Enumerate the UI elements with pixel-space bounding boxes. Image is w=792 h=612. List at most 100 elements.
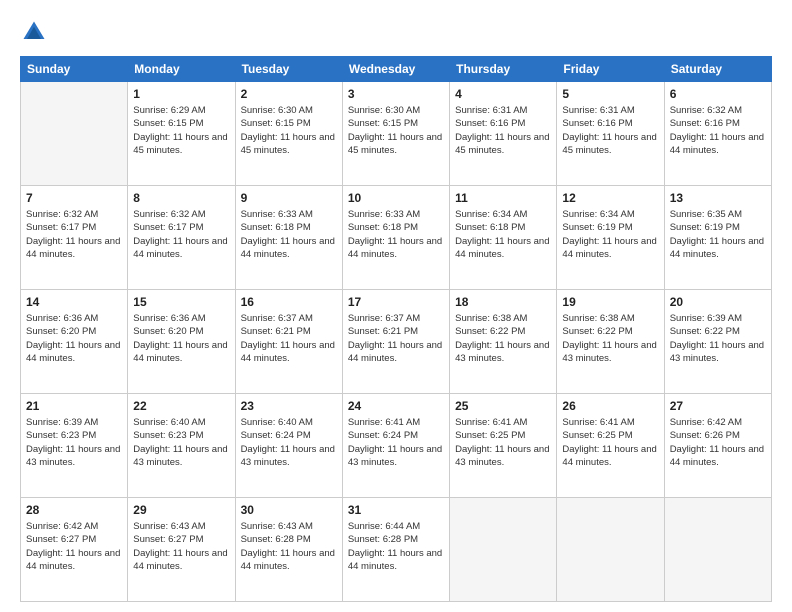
day-number: 6 bbox=[670, 86, 766, 102]
calendar-cell: 13Sunrise: 6:35 AMSunset: 6:19 PMDayligh… bbox=[664, 186, 771, 290]
calendar-cell: 7 Sunrise: 6:32 AMSunset: 6:17 PMDaylight… bbox=[21, 186, 128, 290]
day-info: Sunrise: 6:40 AMSunset: 6:24 PMDaylight:… bbox=[241, 416, 337, 469]
weekday-header: Monday bbox=[128, 57, 235, 82]
day-number: 26 bbox=[562, 398, 658, 414]
day-number: 29 bbox=[133, 502, 229, 518]
page: SundayMondayTuesdayWednesdayThursdayFrid… bbox=[0, 0, 792, 612]
day-number: 23 bbox=[241, 398, 337, 414]
day-info: Sunrise: 6:31 AMSunset: 6:16 PMDaylight:… bbox=[455, 104, 551, 157]
calendar-cell: 1 Sunrise: 6:29 AMSunset: 6:15 PMDaylight… bbox=[128, 82, 235, 186]
calendar-cell: 22 Sunrise: 6:40 AMSunset: 6:23 PMDayligh… bbox=[128, 394, 235, 498]
calendar-cell bbox=[21, 82, 128, 186]
weekday-header: Tuesday bbox=[235, 57, 342, 82]
day-info: Sunrise: 6:36 AMSunset: 6:20 PMDaylight:… bbox=[133, 312, 229, 365]
day-info: Sunrise: 6:36 AMSunset: 6:20 PMDaylight:… bbox=[26, 312, 122, 365]
calendar-cell: 19 Sunrise: 6:38 AMSunset: 6:22 PMDayligh… bbox=[557, 290, 664, 394]
day-info: Sunrise: 6:30 AMSunset: 6:15 PMDaylight:… bbox=[241, 104, 337, 157]
day-number: 20 bbox=[670, 294, 766, 310]
day-info: Sunrise: 6:44 AMSunset: 6:28 PMDaylight:… bbox=[348, 520, 444, 573]
day-info: Sunrise: 6:41 AMSunset: 6:25 PMDaylight:… bbox=[562, 416, 658, 469]
calendar-cell: 21 Sunrise: 6:39 AMSunset: 6:23 PMDayligh… bbox=[21, 394, 128, 498]
day-number: 21 bbox=[26, 398, 122, 414]
day-number: 14 bbox=[26, 294, 122, 310]
day-number: 12 bbox=[562, 190, 658, 206]
calendar-cell: 23 Sunrise: 6:40 AMSunset: 6:24 PMDayligh… bbox=[235, 394, 342, 498]
calendar-cell: 28Sunrise: 6:42 AMSunset: 6:27 PMDayligh… bbox=[21, 498, 128, 602]
header bbox=[20, 18, 772, 46]
day-number: 16 bbox=[241, 294, 337, 310]
calendar-cell bbox=[557, 498, 664, 602]
day-info: Sunrise: 6:32 AMSunset: 6:17 PMDaylight:… bbox=[133, 208, 229, 261]
calendar-cell: 10 Sunrise: 6:33 AMSunset: 6:18 PMDayligh… bbox=[342, 186, 449, 290]
day-number: 10 bbox=[348, 190, 444, 206]
calendar-cell: 4 Sunrise: 6:31 AMSunset: 6:16 PMDaylight… bbox=[450, 82, 557, 186]
calendar-cell: 11 Sunrise: 6:34 AMSunset: 6:18 PMDayligh… bbox=[450, 186, 557, 290]
day-info: Sunrise: 6:31 AMSunset: 6:16 PMDaylight:… bbox=[562, 104, 658, 157]
weekday-header: Sunday bbox=[21, 57, 128, 82]
day-info: Sunrise: 6:42 AMSunset: 6:26 PMDaylight:… bbox=[670, 416, 766, 469]
calendar-cell: 6 Sunrise: 6:32 AMSunset: 6:16 PMDaylight… bbox=[664, 82, 771, 186]
calendar-cell: 5Sunrise: 6:31 AMSunset: 6:16 PMDaylight… bbox=[557, 82, 664, 186]
day-info: Sunrise: 6:32 AMSunset: 6:16 PMDaylight:… bbox=[670, 104, 766, 157]
day-number: 2 bbox=[241, 86, 337, 102]
calendar-cell: 17 Sunrise: 6:37 AMSunset: 6:21 PMDayligh… bbox=[342, 290, 449, 394]
calendar-cell: 31 Sunrise: 6:44 AMSunset: 6:28 PMDayligh… bbox=[342, 498, 449, 602]
day-info: Sunrise: 6:40 AMSunset: 6:23 PMDaylight:… bbox=[133, 416, 229, 469]
weekday-header: Thursday bbox=[450, 57, 557, 82]
day-info: Sunrise: 6:37 AMSunset: 6:21 PMDaylight:… bbox=[241, 312, 337, 365]
day-number: 15 bbox=[133, 294, 229, 310]
calendar-cell: 20 Sunrise: 6:39 AMSunset: 6:22 PMDayligh… bbox=[664, 290, 771, 394]
day-number: 22 bbox=[133, 398, 229, 414]
day-info: Sunrise: 6:29 AMSunset: 6:15 PMDaylight:… bbox=[133, 104, 229, 157]
day-number: 25 bbox=[455, 398, 551, 414]
weekday-header: Friday bbox=[557, 57, 664, 82]
day-number: 30 bbox=[241, 502, 337, 518]
day-info: Sunrise: 6:33 AMSunset: 6:18 PMDaylight:… bbox=[348, 208, 444, 261]
calendar-cell: 24Sunrise: 6:41 AMSunset: 6:24 PMDayligh… bbox=[342, 394, 449, 498]
day-number: 9 bbox=[241, 190, 337, 206]
calendar-cell bbox=[664, 498, 771, 602]
day-info: Sunrise: 6:41 AMSunset: 6:24 PMDaylight:… bbox=[348, 416, 444, 469]
day-number: 18 bbox=[455, 294, 551, 310]
calendar-cell: 26 Sunrise: 6:41 AMSunset: 6:25 PMDayligh… bbox=[557, 394, 664, 498]
day-info: Sunrise: 6:43 AMSunset: 6:28 PMDaylight:… bbox=[241, 520, 337, 573]
day-number: 7 bbox=[26, 190, 122, 206]
logo-icon bbox=[20, 18, 48, 46]
day-number: 17 bbox=[348, 294, 444, 310]
day-info: Sunrise: 6:32 AMSunset: 6:17 PMDaylight:… bbox=[26, 208, 122, 261]
day-info: Sunrise: 6:33 AMSunset: 6:18 PMDaylight:… bbox=[241, 208, 337, 261]
calendar-cell: 30 Sunrise: 6:43 AMSunset: 6:28 PMDayligh… bbox=[235, 498, 342, 602]
day-number: 11 bbox=[455, 190, 551, 206]
day-number: 19 bbox=[562, 294, 658, 310]
day-number: 8 bbox=[133, 190, 229, 206]
calendar-cell: 25 Sunrise: 6:41 AMSunset: 6:25 PMDayligh… bbox=[450, 394, 557, 498]
day-info: Sunrise: 6:39 AMSunset: 6:22 PMDaylight:… bbox=[670, 312, 766, 365]
day-info: Sunrise: 6:41 AMSunset: 6:25 PMDaylight:… bbox=[455, 416, 551, 469]
day-info: Sunrise: 6:34 AMSunset: 6:19 PMDaylight:… bbox=[562, 208, 658, 261]
calendar-cell: 29 Sunrise: 6:43 AMSunset: 6:27 PMDayligh… bbox=[128, 498, 235, 602]
day-number: 4 bbox=[455, 86, 551, 102]
day-info: Sunrise: 6:34 AMSunset: 6:18 PMDaylight:… bbox=[455, 208, 551, 261]
day-number: 28 bbox=[26, 502, 122, 518]
calendar-cell: 3Sunrise: 6:30 AMSunset: 6:15 PMDaylight… bbox=[342, 82, 449, 186]
calendar-cell: 12 Sunrise: 6:34 AMSunset: 6:19 PMDayligh… bbox=[557, 186, 664, 290]
calendar-cell: 2 Sunrise: 6:30 AMSunset: 6:15 PMDaylight… bbox=[235, 82, 342, 186]
day-info: Sunrise: 6:43 AMSunset: 6:27 PMDaylight:… bbox=[133, 520, 229, 573]
calendar-table: SundayMondayTuesdayWednesdayThursdayFrid… bbox=[20, 56, 772, 602]
calendar-cell: 27 Sunrise: 6:42 AMSunset: 6:26 PMDayligh… bbox=[664, 394, 771, 498]
day-number: 31 bbox=[348, 502, 444, 518]
day-info: Sunrise: 6:38 AMSunset: 6:22 PMDaylight:… bbox=[562, 312, 658, 365]
weekday-header: Saturday bbox=[664, 57, 771, 82]
calendar-cell: 15 Sunrise: 6:36 AMSunset: 6:20 PMDayligh… bbox=[128, 290, 235, 394]
calendar-cell: 18Sunrise: 6:38 AMSunset: 6:22 PMDayligh… bbox=[450, 290, 557, 394]
logo bbox=[20, 18, 52, 46]
calendar-cell: 9 Sunrise: 6:33 AMSunset: 6:18 PMDaylight… bbox=[235, 186, 342, 290]
day-info: Sunrise: 6:37 AMSunset: 6:21 PMDaylight:… bbox=[348, 312, 444, 365]
calendar-cell: 8 Sunrise: 6:32 AMSunset: 6:17 PMDaylight… bbox=[128, 186, 235, 290]
day-info: Sunrise: 6:30 AMSunset: 6:15 PMDaylight:… bbox=[348, 104, 444, 157]
weekday-header: Wednesday bbox=[342, 57, 449, 82]
day-info: Sunrise: 6:39 AMSunset: 6:23 PMDaylight:… bbox=[26, 416, 122, 469]
day-number: 1 bbox=[133, 86, 229, 102]
calendar-cell bbox=[450, 498, 557, 602]
day-number: 27 bbox=[670, 398, 766, 414]
